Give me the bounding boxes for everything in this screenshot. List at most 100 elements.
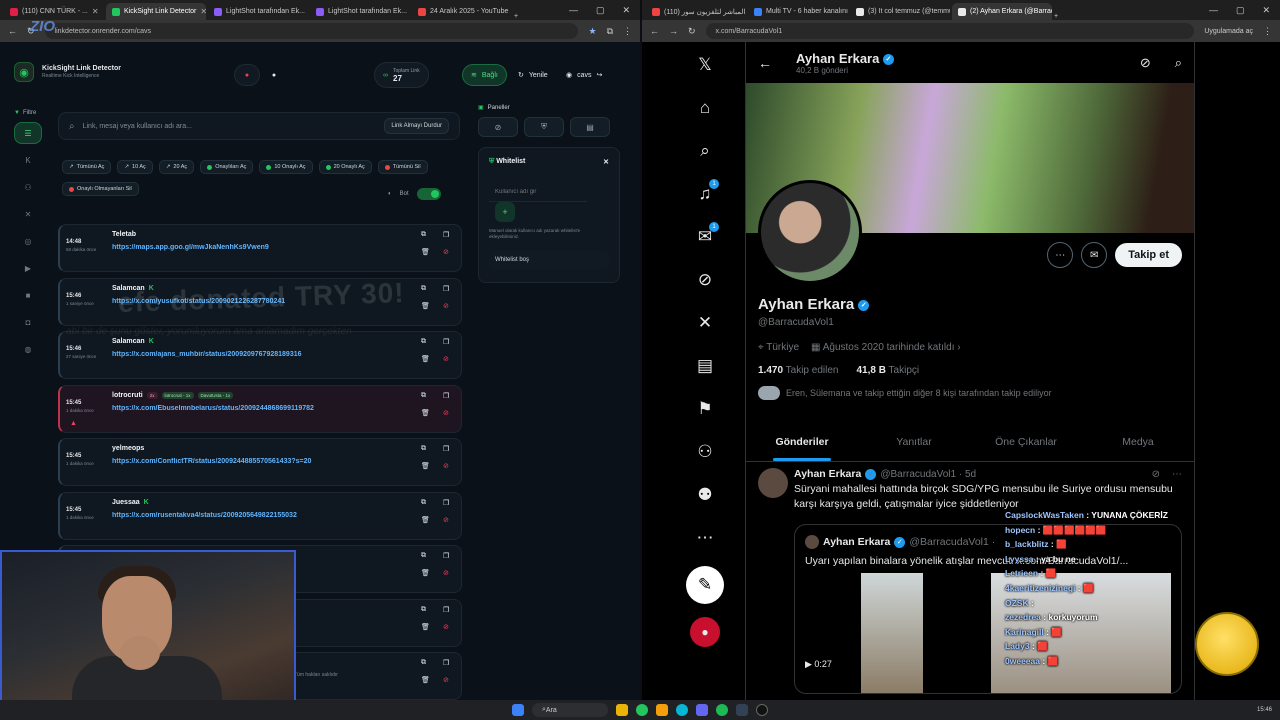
more-icon[interactable]: ⋯ [690, 523, 720, 553]
edge-icon[interactable] [676, 704, 688, 716]
forward-icon[interactable]: → [669, 26, 678, 36]
theme-button[interactable]: ● [234, 64, 260, 86]
link-url[interactable]: https://maps.app.goo.gl/mwJkaNenhKs9Vwen… [112, 244, 412, 251]
ban-icon[interactable]: ⊘ [443, 355, 453, 363]
open-in-app-button[interactable]: Uygulamada aç [1204, 28, 1253, 35]
grok-icon[interactable]: ⊘ [1140, 55, 1151, 71]
link-url[interactable]: https://x.com/ajans_muhbir/status/200920… [112, 351, 412, 358]
refresh-button[interactable]: ↻ Yenile [510, 64, 556, 86]
filter-video-icon[interactable]: ■ [14, 284, 42, 306]
action-chip[interactable]: ↗ 10 Aç [117, 160, 153, 174]
left-url-field[interactable]: linkdetector.onrender.com/cavs [44, 23, 579, 39]
back-icon[interactable]: ← [650, 26, 659, 36]
search-icon[interactable]: ⌕ [1175, 55, 1182, 71]
search-bar[interactable]: ⌕ Link, mesaj veya kullanıcı adı ara... … [58, 112, 460, 140]
browser-tab[interactable]: KickSight Link Detector ✕ [106, 3, 206, 20]
filter-x-icon[interactable]: ✕ [14, 203, 42, 225]
discord-icon[interactable] [696, 704, 708, 716]
copy-icon[interactable]: ❐ [443, 231, 453, 239]
chat-user[interactable]: Lyyssa [1005, 554, 1034, 564]
obs-icon[interactable] [756, 704, 768, 716]
logout-icon[interactable]: ↪ [597, 71, 603, 79]
username[interactable]: yelmeops [112, 445, 144, 452]
action-chip[interactable]: 10 Onaylı Aç [259, 160, 313, 174]
chat-user[interactable]: OZSK [1005, 598, 1029, 608]
ban-icon[interactable]: ⊘ [443, 623, 453, 631]
list-panel-button[interactable]: ▤ [570, 117, 610, 137]
action-chip[interactable]: ↗ 20 Aç [158, 160, 195, 174]
back-arrow-icon[interactable]: ← [758, 55, 772, 71]
x-logo-icon[interactable]: 𝕏 [690, 50, 720, 80]
menu-icon[interactable]: ⋮ [1263, 26, 1272, 37]
profile-avatar[interactable] [758, 180, 862, 284]
profile-tab[interactable]: Öne Çıkanlar [970, 422, 1082, 461]
open-link-icon[interactable]: ⧉ [421, 338, 431, 346]
video-thumbnail-1[interactable] [861, 573, 923, 693]
follow-button[interactable]: Takip et [1115, 243, 1182, 267]
chrome-icon[interactable] [636, 704, 648, 716]
ban-icon[interactable]: ⊘ [443, 676, 453, 684]
action-chip[interactable]: 20 Onaylı Aç [318, 160, 372, 174]
copy-icon[interactable]: ❐ [443, 552, 453, 560]
action-chip[interactable]: Tümünü Sil [377, 160, 428, 174]
chat-user[interactable]: b_lackblitz [1005, 539, 1048, 549]
copy-icon[interactable]: ❐ [443, 659, 453, 667]
ban-panel-button[interactable]: ⊘ [478, 117, 518, 137]
search-input[interactable]: Link, mesaj veya kullanıcı adı ara... [83, 123, 192, 130]
filter-kick-icon[interactable]: K [14, 149, 42, 171]
grok-icon[interactable]: ⊘ [1152, 469, 1160, 480]
delete-icon[interactable]: 🗑 [421, 569, 431, 577]
premium-icon[interactable]: ✕ [690, 308, 720, 338]
username[interactable]: Teletab [112, 231, 136, 238]
close-window-icon[interactable]: ✕ [622, 5, 630, 16]
delete-icon[interactable]: 🗑 [421, 355, 431, 363]
minimize-icon[interactable]: — [1209, 5, 1218, 16]
username[interactable]: lotrocruti [112, 392, 143, 399]
browser-tab[interactable]: (2) Ayhan Erkara (@Barracuda...✕ [952, 3, 1052, 20]
link-url[interactable]: https://x.com/Ebuselmnbelarus/status/200… [112, 405, 412, 412]
delete-icon[interactable]: 🗑 [421, 248, 431, 256]
minimize-icon[interactable]: — [569, 5, 578, 16]
new-tab-icon[interactable]: + [1054, 13, 1058, 20]
close-tab-icon[interactable]: ✕ [92, 7, 99, 16]
close-window-icon[interactable]: ✕ [1262, 5, 1270, 16]
username[interactable]: Juessaa [112, 499, 140, 506]
user-button[interactable]: ◉ cavs ↪ [558, 64, 610, 86]
browser-tab[interactable]: 24 Aralık 2025 - YouTube✕ [412, 3, 512, 20]
followed-by[interactable]: Eren, Sülemana ve takip ettiğin diğer 8 … [758, 386, 1182, 400]
filter-globe-icon[interactable]: ◍ [14, 338, 42, 360]
lists-icon[interactable]: ▤ [690, 351, 720, 381]
compose-post-icon[interactable]: ✎ [686, 566, 724, 604]
close-icon[interactable]: ✕ [603, 158, 609, 166]
bookmarks-icon[interactable]: ⚑ [690, 394, 720, 424]
ban-icon[interactable]: ⊘ [443, 302, 453, 310]
close-tab-icon[interactable]: ✕ [200, 7, 206, 16]
windows-start-icon[interactable] [512, 704, 524, 716]
bot-toggle[interactable] [416, 188, 441, 200]
profile-tab[interactable]: Gönderiler [746, 422, 858, 461]
link-url[interactable]: https://x.com/rusentakva4/status/2009205… [112, 512, 412, 519]
tweet-avatar[interactable] [758, 468, 788, 498]
reload-icon[interactable]: ↻ [688, 26, 696, 37]
chat-user[interactable]: hopecn [1005, 525, 1035, 535]
browser-tab[interactable]: Multi TV - 6 haber kanalını ayn✕ [748, 3, 848, 20]
star-icon[interactable]: ★ [588, 26, 596, 37]
account-avatar[interactable]: ● [690, 617, 720, 647]
grok-icon[interactable]: ⊘ [690, 265, 720, 295]
explorer-icon[interactable] [656, 704, 668, 716]
action-chip[interactable]: Onaylı Olmayanları Sil [62, 182, 139, 196]
copy-icon[interactable]: ❐ [443, 445, 453, 453]
widgets-icon[interactable] [616, 704, 628, 716]
open-link-icon[interactable]: ⧉ [421, 231, 431, 239]
copy-icon[interactable]: ❐ [443, 338, 453, 346]
browser-tab[interactable]: (110) البث المباشر لتلفزيون سور✕ [646, 3, 746, 20]
chat-user[interactable]: CapslockWasTaken [1005, 510, 1084, 520]
stop-links-button[interactable]: Link Almayı Durdur [384, 118, 449, 134]
open-link-icon[interactable]: ⧉ [421, 285, 431, 293]
play-icon[interactable]: ▶ [805, 659, 814, 669]
delete-icon[interactable]: 🗑 [421, 302, 431, 310]
back-icon[interactable]: ← [8, 26, 17, 36]
browser-tab[interactable]: (3) It col temmuz (@temmuz1...✕ [850, 3, 950, 20]
connected-button[interactable]: ≋ Bağlı [462, 64, 507, 86]
extensions-icon[interactable]: ⧉ [607, 26, 613, 37]
